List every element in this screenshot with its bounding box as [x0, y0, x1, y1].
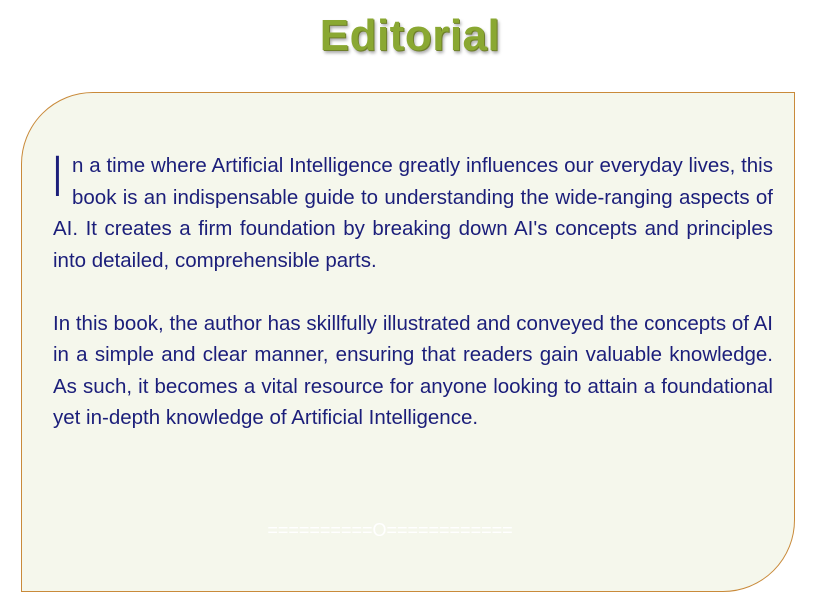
- paragraph-second: In this book, the author has skillfully …: [53, 311, 773, 430]
- section-divider: ==========O============: [267, 520, 513, 540]
- drop-cap: I: [53, 144, 62, 209]
- editorial-text: In a time where Artificial Intelligence …: [53, 144, 773, 434]
- page-title: Editorial: [319, 11, 501, 60]
- paragraph-intro-text: n a time where Artificial Intelligence g…: [53, 154, 773, 272]
- paragraph-intro: In a time where Artificial Intelligence …: [53, 144, 773, 276]
